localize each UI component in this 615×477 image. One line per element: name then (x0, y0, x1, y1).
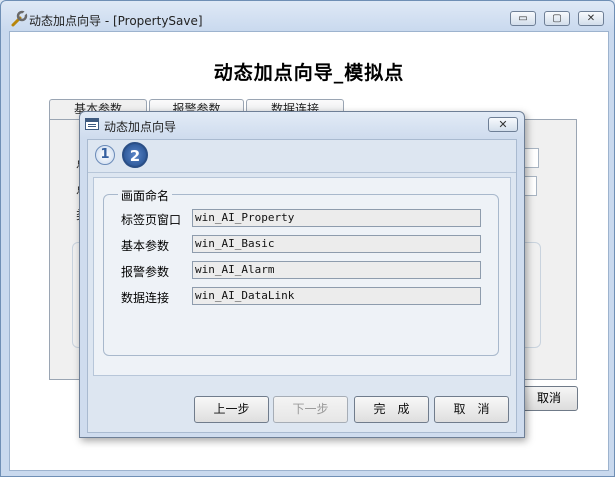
prev-step-button[interactable]: 上一步 (194, 396, 269, 423)
button-label: 取消 (536, 391, 561, 405)
field-label: 标签页窗口 (121, 213, 182, 227)
page-title: 动态加点向导_模拟点 (213, 62, 405, 84)
window-icon (85, 118, 99, 130)
alarm-params-name-input[interactable]: win_AI_Alarm (192, 261, 481, 279)
close-button[interactable]: ✕ (578, 11, 604, 26)
cancel-button[interactable]: 取消 (520, 386, 578, 411)
minimize-icon: ▭ (518, 13, 528, 24)
step-indicator-2[interactable]: 2 (122, 142, 148, 168)
button-label: 上一步 (213, 402, 250, 416)
finish-button[interactable]: 完 成 (354, 396, 429, 423)
basic-params-name-input[interactable]: win_AI_Basic (192, 235, 481, 253)
minimize-button[interactable]: ▭ (510, 11, 536, 26)
button-label: 取 消 (453, 402, 490, 416)
dialog-close-button[interactable]: ✕ (488, 117, 518, 132)
maximize-button[interactable]: ▢ (544, 11, 570, 26)
wizard-dialog: 动态加点向导 ✕ 1 2 画面命名 标签页窗口 win_AI_Property … (79, 111, 525, 438)
field-label: 基本参数 (121, 239, 170, 253)
field-label: 数据连接 (121, 291, 170, 305)
step-indicator-1[interactable]: 1 (95, 145, 115, 165)
close-icon: ✕ (586, 13, 596, 24)
button-label: 完 成 (373, 402, 410, 416)
maximize-icon: ▢ (552, 13, 562, 24)
tab-window-name-input[interactable]: win_AI_Property (192, 209, 481, 227)
step-content: 画面命名 标签页窗口 win_AI_Property 基本参数 win_AI_B… (93, 177, 511, 376)
dialog-title: 动态加点向导 (104, 120, 177, 134)
close-icon: ✕ (498, 118, 508, 131)
window-title: 动态加点向导 - [PropertySave] (29, 14, 203, 28)
wrench-icon (11, 10, 28, 27)
dialog-cancel-button[interactable]: 取 消 (434, 396, 509, 423)
next-step-button[interactable]: 下一步 (273, 396, 348, 423)
screen-naming-group: 画面命名 标签页窗口 win_AI_Property 基本参数 win_AI_B… (103, 187, 499, 356)
group-title: 画面命名 (118, 187, 173, 204)
field-label: 报警参数 (121, 265, 170, 279)
dialog-body: 1 2 画面命名 标签页窗口 win_AI_Property 基本参数 win_… (87, 139, 517, 433)
button-label: 下一步 (292, 402, 329, 416)
data-link-name-input[interactable]: win_AI_DataLink (192, 287, 481, 305)
divider (88, 172, 516, 173)
